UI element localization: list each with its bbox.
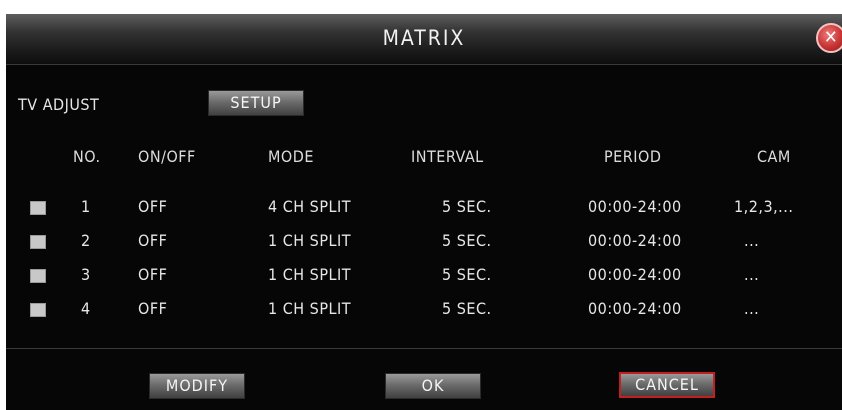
row-period[interactable]: 00:00-24:00 <box>588 299 682 318</box>
row-interval[interactable]: 5 SEC. <box>442 197 492 216</box>
row-period[interactable]: 00:00-24:00 <box>588 197 682 216</box>
row-onoff[interactable]: OFF <box>138 265 167 284</box>
row-onoff[interactable]: OFF <box>138 197 167 216</box>
modify-button[interactable]: MODIFY <box>149 373 245 399</box>
title-bar: MATRIX ✕ <box>6 14 842 65</box>
column-header-cam: CAM <box>757 147 791 166</box>
row-mode[interactable]: 4 CH SPLIT <box>268 197 351 216</box>
matrix-dialog: MATRIX ✕ TV ADJUST SETUP NO. ON/OFF MODE… <box>6 14 842 410</box>
row-no: 3 <box>81 265 91 284</box>
column-header-period: PERIOD <box>604 147 662 166</box>
row-mode[interactable]: 1 CH SPLIT <box>268 299 351 318</box>
table-row: 2 OFF 1 CH SPLIT 5 SEC. 00:00-24:00 ... <box>6 228 842 256</box>
row-cam[interactable]: ... <box>744 299 759 318</box>
table-row: 3 OFF 1 CH SPLIT 5 SEC. 00:00-24:00 ... <box>6 262 842 290</box>
row-period[interactable]: 00:00-24:00 <box>588 231 682 250</box>
row-no: 4 <box>81 299 91 318</box>
column-header-interval: INTERVAL <box>411 147 484 166</box>
column-header-onoff: ON/OFF <box>138 147 196 166</box>
checkbox-icon[interactable] <box>30 303 46 317</box>
table-row: 1 OFF 4 CH SPLIT 5 SEC. 00:00-24:00 1,2,… <box>6 194 842 222</box>
row-onoff[interactable]: OFF <box>138 231 167 250</box>
checkbox-icon[interactable] <box>30 235 46 249</box>
footer-divider <box>6 348 842 349</box>
ok-button[interactable]: OK <box>385 373 481 399</box>
column-header-mode: MODE <box>268 147 314 166</box>
tv-adjust-label: TV ADJUST <box>18 95 100 114</box>
row-no: 1 <box>81 197 91 216</box>
row-mode[interactable]: 1 CH SPLIT <box>268 231 351 250</box>
row-cam[interactable]: 1,2,3,... <box>734 197 793 216</box>
dialog-title: MATRIX <box>382 26 466 50</box>
row-mode[interactable]: 1 CH SPLIT <box>268 265 351 284</box>
row-interval[interactable]: 5 SEC. <box>442 265 492 284</box>
checkbox-icon[interactable] <box>30 201 46 215</box>
row-interval[interactable]: 5 SEC. <box>442 231 492 250</box>
row-no: 2 <box>81 231 91 250</box>
checkbox-icon[interactable] <box>30 269 46 283</box>
cancel-button[interactable]: CANCEL <box>619 372 715 398</box>
row-cam[interactable]: ... <box>744 231 759 250</box>
row-interval[interactable]: 5 SEC. <box>442 299 492 318</box>
table-row: 4 OFF 1 CH SPLIT 5 SEC. 00:00-24:00 ... <box>6 296 842 324</box>
setup-button[interactable]: SETUP <box>208 90 304 116</box>
row-period[interactable]: 00:00-24:00 <box>588 265 682 284</box>
close-icon[interactable]: ✕ <box>816 23 842 53</box>
column-header-no: NO. <box>73 147 101 166</box>
row-cam[interactable]: ... <box>744 265 759 284</box>
row-onoff[interactable]: OFF <box>138 299 167 318</box>
